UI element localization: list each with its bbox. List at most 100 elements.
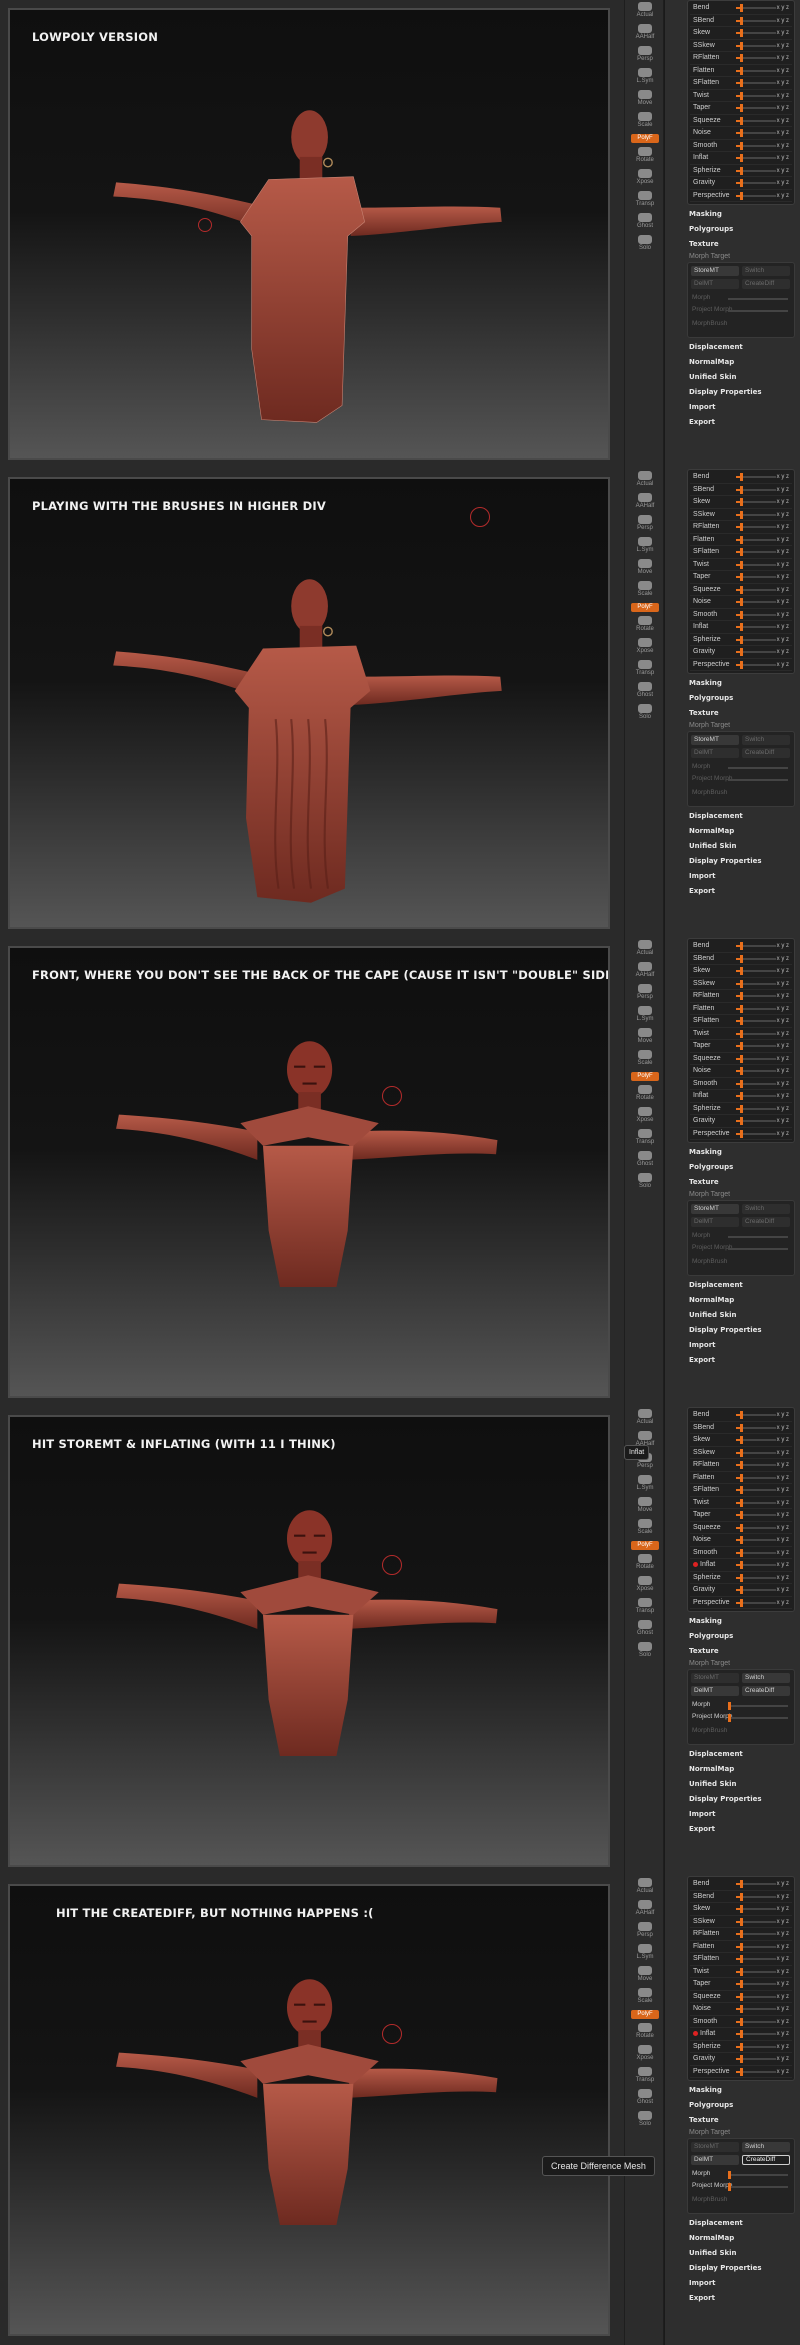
deformation-slider[interactable]: SBend x y z <box>690 953 792 965</box>
deformation-slider[interactable]: Twist x y z <box>690 1028 792 1040</box>
deformation-slider[interactable]: Taper x y z <box>690 1040 792 1053</box>
menu-display-properties[interactable]: Display Properties <box>689 388 762 396</box>
axis-toggles[interactable]: x y z <box>777 140 789 152</box>
axis-toggles[interactable]: x y z <box>777 1028 789 1040</box>
axis-toggles[interactable]: x y z <box>777 1090 789 1102</box>
deformation-slider[interactable]: Perspective x y z <box>690 1128 792 1140</box>
deformation-slider[interactable]: Smooth x y z <box>690 1078 792 1090</box>
deformation-slider[interactable]: Noise x y z <box>690 2003 792 2016</box>
morph-slider[interactable] <box>728 1236 788 1238</box>
slider-knob[interactable] <box>740 179 743 187</box>
menu-texture[interactable]: Texture <box>689 1647 719 1655</box>
axis-toggles[interactable]: x y z <box>777 40 789 52</box>
axis-toggles[interactable]: x y z <box>777 102 789 114</box>
slider-knob[interactable] <box>740 154 743 162</box>
slider-knob[interactable] <box>740 1942 743 1951</box>
switch-button[interactable]: Switch <box>742 2142 790 2152</box>
storemt-button[interactable]: StoreMT <box>691 1204 739 1214</box>
move-button[interactable]: Move <box>631 1028 659 1046</box>
morph-target-header[interactable]: Morph Target <box>689 722 730 729</box>
polyf-button[interactable]: PolyF <box>631 1541 659 1550</box>
polyf-button[interactable]: PolyF <box>631 2010 659 2019</box>
aahalf-button[interactable]: AAHalf <box>631 962 659 980</box>
axis-toggles[interactable]: x y z <box>777 1966 789 1978</box>
scale-button[interactable]: Scale <box>631 112 659 130</box>
menu-displacement[interactable]: Displacement <box>689 343 743 351</box>
slider-knob[interactable] <box>740 1042 743 1050</box>
axis-toggles[interactable]: x y z <box>777 584 789 596</box>
menu-export[interactable]: Export <box>689 418 715 426</box>
axis-toggles[interactable]: x y z <box>777 190 789 202</box>
document-canvas[interactable]: LOWPOLY VERSION <box>8 8 610 460</box>
axis-toggles[interactable]: x y z <box>777 1065 789 1077</box>
deformation-slider[interactable]: Gravity x y z <box>690 177 792 190</box>
axis-toggles[interactable]: x y z <box>777 978 789 990</box>
transp-button[interactable]: Transp <box>631 1598 659 1616</box>
deformation-slider[interactable]: Flatten x y z <box>690 65 792 77</box>
axis-toggles[interactable]: x y z <box>777 2003 789 2015</box>
deformation-slider[interactable]: Skew x y z <box>690 1903 792 1916</box>
menu-display-properties[interactable]: Display Properties <box>689 2264 762 2272</box>
axis-toggles[interactable]: x y z <box>777 1978 789 1990</box>
deformation-slider[interactable]: SFlatten x y z <box>690 1015 792 1028</box>
aahalf-button[interactable]: AAHalf <box>631 24 659 42</box>
slider-knob[interactable] <box>740 535 743 544</box>
actual-button[interactable]: Actual <box>631 1878 659 1896</box>
delmt-button[interactable]: DelMT <box>691 1217 739 1227</box>
deformation-slider[interactable]: Spherize x y z <box>690 634 792 646</box>
menu-normalmap[interactable]: NormalMap <box>689 827 734 835</box>
delmt-button[interactable]: DelMT <box>691 279 739 289</box>
deformation-slider[interactable]: Flatten x y z <box>690 1941 792 1953</box>
persp-button[interactable]: Persp <box>631 46 659 64</box>
ghost-button[interactable]: Ghost <box>631 1620 659 1638</box>
deformation-slider[interactable]: Inflat x y z <box>690 1559 792 1572</box>
deformation-slider[interactable]: Twist x y z <box>690 559 792 571</box>
lsym-button[interactable]: L.Sym <box>631 1944 659 1962</box>
morph-target-header[interactable]: Morph Target <box>689 1191 730 1198</box>
creatediff-button[interactable]: CreateDiff <box>742 279 790 289</box>
delmt-button[interactable]: DelMT <box>691 748 739 758</box>
deformation-slider[interactable]: Twist x y z <box>690 90 792 102</box>
transp-button[interactable]: Transp <box>631 660 659 678</box>
deformation-slider[interactable]: Bend x y z <box>690 1409 792 1422</box>
creatediff-button[interactable]: CreateDiff <box>742 1217 790 1227</box>
axis-toggles[interactable]: x y z <box>777 940 789 952</box>
deformation-slider[interactable]: Taper x y z <box>690 1509 792 1522</box>
axis-toggles[interactable]: x y z <box>777 1916 789 1928</box>
menu-masking[interactable]: Masking <box>689 2086 722 2094</box>
slider-knob[interactable] <box>740 1461 743 1469</box>
deformation-slider[interactable]: Skew x y z <box>690 1434 792 1447</box>
delmt-button[interactable]: DelMT <box>691 1686 739 1696</box>
deformation-slider[interactable]: Squeeze x y z <box>690 1522 792 1534</box>
deformation-slider[interactable]: Squeeze x y z <box>690 115 792 127</box>
menu-texture[interactable]: Texture <box>689 240 719 248</box>
menu-masking[interactable]: Masking <box>689 1617 722 1625</box>
menu-normalmap[interactable]: NormalMap <box>689 1296 734 1304</box>
scale-button[interactable]: Scale <box>631 1050 659 1068</box>
menu-unified-skin[interactable]: Unified Skin <box>689 842 737 850</box>
slider-knob[interactable] <box>740 598 743 606</box>
slider-knob[interactable] <box>740 1586 743 1594</box>
aahalf-button[interactable]: AAHalf <box>631 493 659 511</box>
menu-displacement[interactable]: Displacement <box>689 812 743 820</box>
transp-button[interactable]: Transp <box>631 191 659 209</box>
deformation-slider[interactable]: Smooth x y z <box>690 609 792 621</box>
slider-knob[interactable] <box>740 498 743 506</box>
project-morph-slider[interactable] <box>728 2183 788 2191</box>
axis-toggles[interactable]: x y z <box>777 571 789 583</box>
polyf-button[interactable]: PolyF <box>631 1072 659 1081</box>
slider-knob[interactable] <box>740 2030 743 2038</box>
document-canvas[interactable]: HIT STOREMT & INFLATING (WITH 11 I THINK… <box>8 1415 610 1867</box>
menu-polygroups[interactable]: Polygroups <box>689 694 733 702</box>
deformation-slider[interactable]: Noise x y z <box>690 596 792 609</box>
document-canvas[interactable]: FRONT, WHERE YOU DON'T SEE THE BACK OF T… <box>8 946 610 1398</box>
scale-button[interactable]: Scale <box>631 581 659 599</box>
axis-toggles[interactable]: x y z <box>777 1941 789 1953</box>
axis-toggles[interactable]: x y z <box>777 77 789 89</box>
deformation-slider[interactable]: Twist x y z <box>690 1966 792 1978</box>
slider-knob[interactable] <box>740 104 743 112</box>
deformation-slider[interactable]: Gravity x y z <box>690 2053 792 2066</box>
menu-polygroups[interactable]: Polygroups <box>689 1163 733 1171</box>
deformation-slider[interactable]: SSkew x y z <box>690 40 792 52</box>
axis-toggles[interactable]: x y z <box>777 52 789 64</box>
